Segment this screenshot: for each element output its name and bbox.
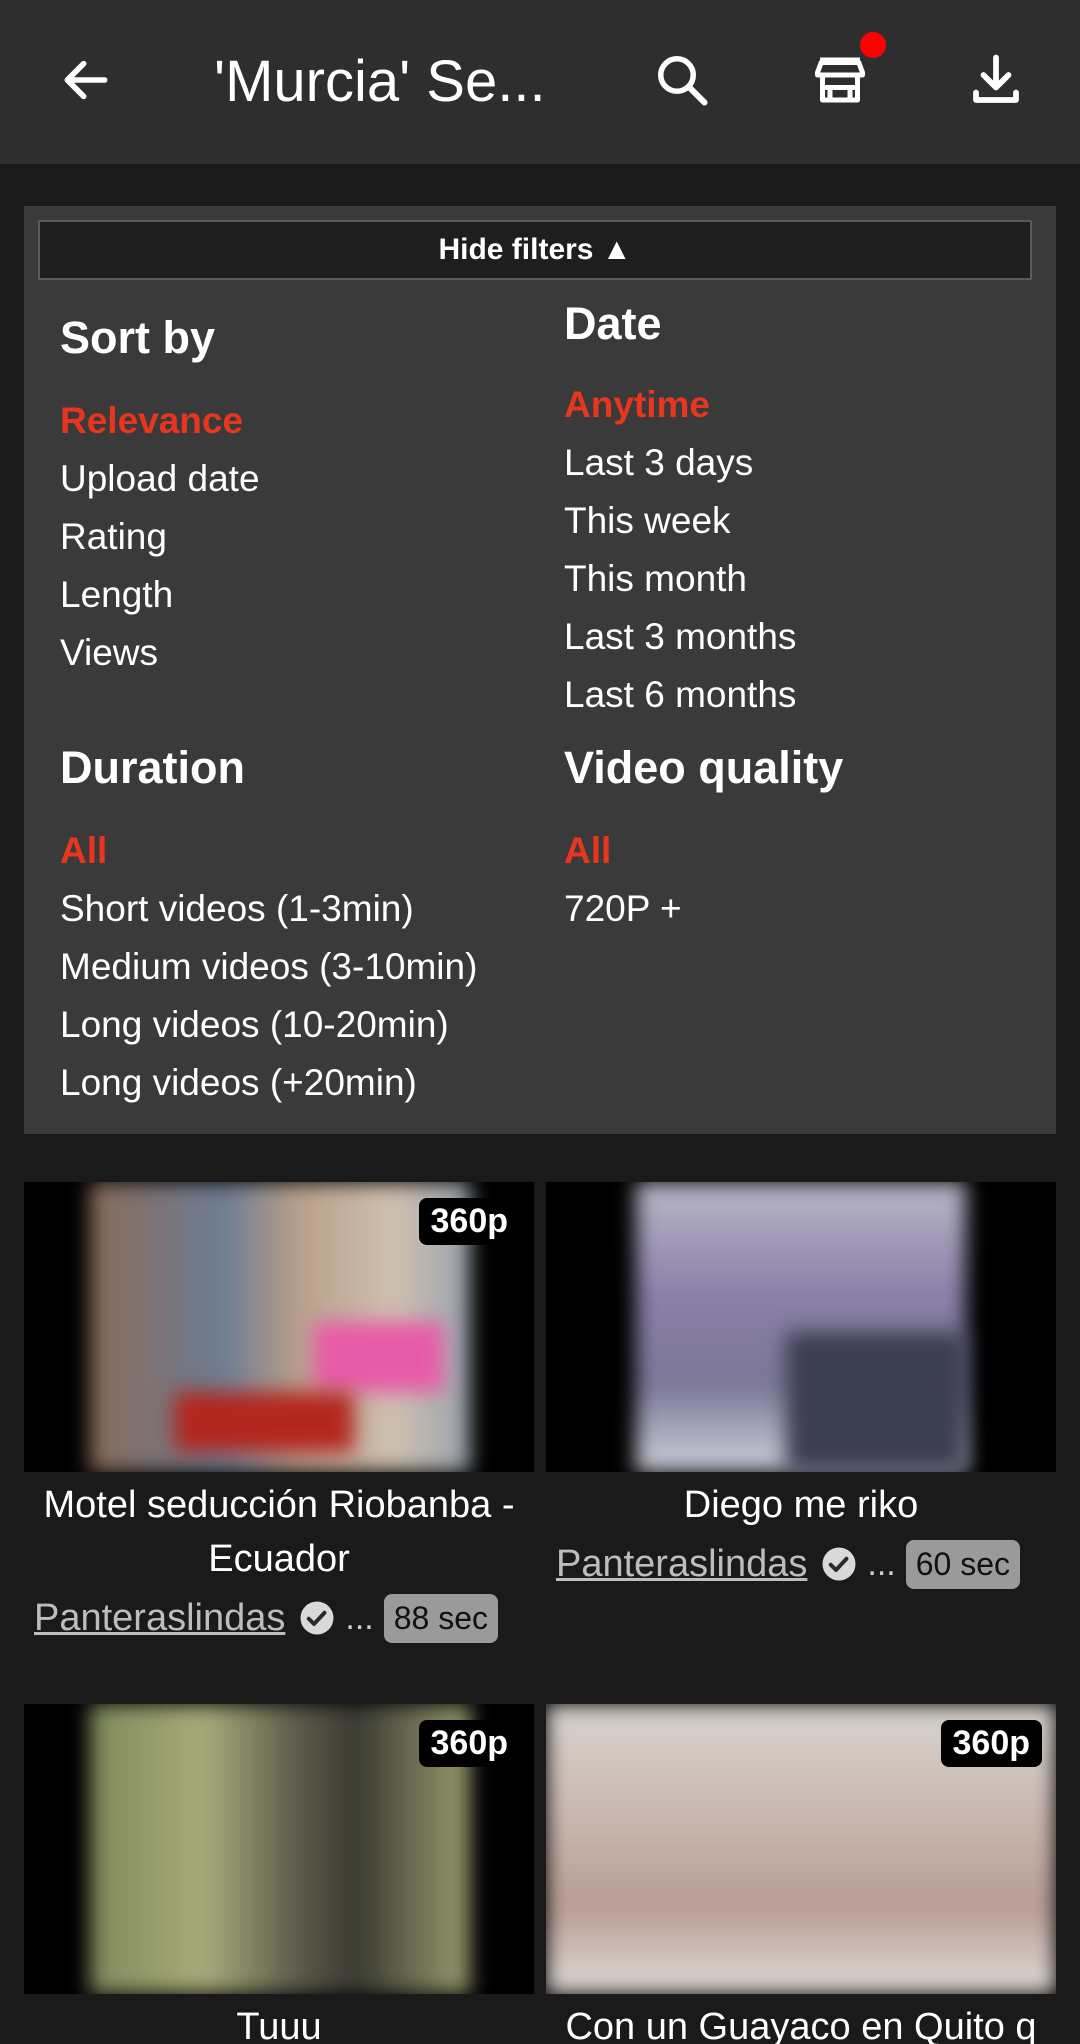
sort-option-views[interactable]: Views	[60, 624, 260, 682]
sort-by-heading: Sort by	[60, 312, 216, 363]
duration-badge: 60 sec	[905, 1539, 1021, 1589]
more-ellipsis: ...	[345, 1598, 374, 1637]
video-thumbnail[interactable]	[546, 1182, 1056, 1472]
video-title[interactable]: Motel seducción Riobanba -Ecuador	[24, 1478, 534, 1586]
sort-option-upload-date[interactable]: Upload date	[60, 450, 260, 508]
video-card[interactable]: 360p Con un Guayaco en Quito q	[546, 1704, 1056, 2044]
duration-heading: Duration	[60, 742, 245, 793]
duration-badge: 88 sec	[383, 1593, 499, 1643]
video-thumbnail[interactable]: 360p	[24, 1704, 534, 1994]
duration-group: Duration All Short videos (1-3min) Mediu…	[60, 740, 477, 1112]
more-ellipsis: ...	[867, 1544, 896, 1583]
duration-option-long[interactable]: Long videos (10-20min)	[60, 996, 477, 1054]
quality-option-all[interactable]: All	[564, 822, 843, 880]
filters-panel: Hide filters ▲ Sort by Relevance Upload …	[24, 206, 1056, 1134]
quality-badge: 360p	[418, 1720, 520, 1767]
quality-option-720p[interactable]: 720P +	[564, 880, 843, 938]
sort-by-group: Sort by Relevance Upload date Rating Len…	[60, 310, 260, 682]
sort-option-rating[interactable]: Rating	[60, 508, 260, 566]
video-card[interactable]: 360p Motel seducción Riobanba -Ecuador P…	[24, 1182, 534, 1646]
date-option-last-3-months[interactable]: Last 3 months	[564, 608, 796, 666]
download-icon[interactable]	[954, 38, 1038, 122]
sort-option-length[interactable]: Length	[60, 566, 260, 624]
video-meta: Panteraslindas ... 88 sec	[24, 1590, 534, 1646]
back-arrow-icon[interactable]	[44, 38, 128, 122]
date-option-this-week[interactable]: This week	[564, 492, 796, 550]
video-title[interactable]: Con un Guayaco en Quito q	[546, 2000, 1056, 2044]
notification-dot	[860, 32, 886, 58]
quality-group: Video quality All 720P +	[564, 740, 843, 938]
verified-badge-icon	[300, 1601, 334, 1635]
date-option-this-month[interactable]: This month	[564, 550, 796, 608]
quality-badge: 360p	[940, 1720, 1042, 1767]
store-icon[interactable]	[798, 32, 886, 122]
page-title: 'Murcia' Se...	[214, 49, 546, 114]
date-option-anytime[interactable]: Anytime	[564, 376, 796, 434]
channel-link[interactable]: Panteraslindas	[556, 1543, 807, 1586]
date-option-last-3-days[interactable]: Last 3 days	[564, 434, 796, 492]
video-meta: Panteraslindas ... 60 sec	[546, 1536, 1056, 1592]
date-heading: Date	[564, 298, 662, 349]
quality-heading: Video quality	[564, 742, 844, 793]
duration-option-medium[interactable]: Medium videos (3-10min)	[60, 938, 477, 996]
video-card[interactable]: Diego me riko Panteraslindas ... 60 sec	[546, 1182, 1056, 1592]
hide-filters-button[interactable]: Hide filters ▲	[38, 220, 1032, 280]
verified-badge-icon	[822, 1547, 856, 1581]
duration-option-all[interactable]: All	[60, 822, 477, 880]
search-icon[interactable]	[640, 38, 724, 122]
date-group: Date Anytime Last 3 days This week This …	[564, 296, 796, 724]
quality-badge: 360p	[418, 1198, 520, 1245]
date-option-last-6-months[interactable]: Last 6 months	[564, 666, 796, 724]
duration-option-extra-long[interactable]: Long videos (+20min)	[60, 1054, 477, 1112]
channel-link[interactable]: Panteraslindas	[34, 1597, 285, 1640]
app-bar: 'Murcia' Se...	[0, 0, 1080, 164]
video-thumbnail[interactable]: 360p	[546, 1704, 1056, 1994]
video-thumbnail[interactable]: 360p	[24, 1182, 534, 1472]
video-card[interactable]: 360p Tuuu	[24, 1704, 534, 2044]
video-title[interactable]: Tuuu	[24, 2000, 534, 2044]
duration-option-short[interactable]: Short videos (1-3min)	[60, 880, 477, 938]
video-title[interactable]: Diego me riko	[546, 1478, 1056, 1532]
sort-option-relevance[interactable]: Relevance	[60, 392, 260, 450]
